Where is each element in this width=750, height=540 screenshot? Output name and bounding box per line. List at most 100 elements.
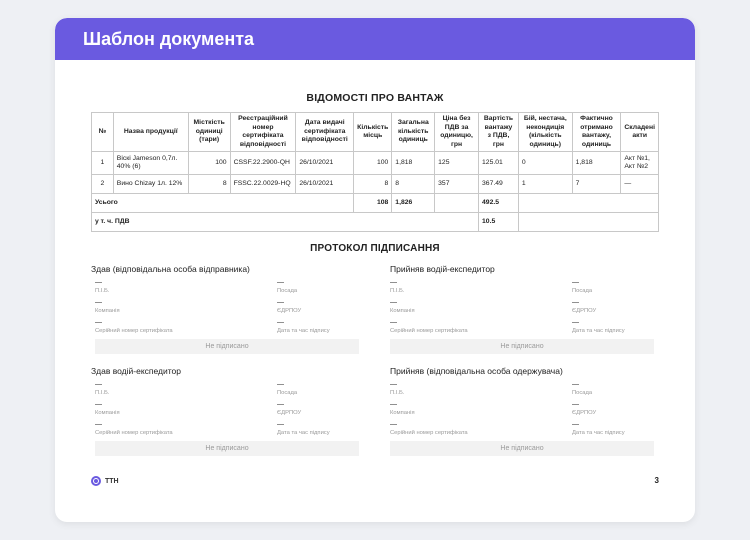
edrpou-label: ЄДРПОУ [277, 308, 302, 314]
table-cell: 100 [353, 151, 393, 175]
name-value: — [390, 381, 397, 388]
table-cell: CSSF.22.2900-QH [229, 151, 297, 175]
cargo-table: № Назва продукції Місткість одиниці (тар… [90, 112, 660, 232]
datetime-label: Дата та час підпису [277, 328, 330, 334]
total-value: 492.5 [478, 193, 519, 213]
signature-block-sender: Здав (відповідальна особа відправника) —… [91, 264, 359, 354]
company-value: — [390, 401, 397, 408]
table-cell: 367.49 [478, 174, 519, 194]
signature-status: Не підписано [390, 339, 654, 354]
table-cell: Вино Chizay 1л. 12% [112, 174, 189, 194]
header-bar: Шаблон документа [55, 18, 695, 60]
table-cell: 1 [91, 151, 114, 175]
table-cell: 26/10/2021 [295, 151, 355, 175]
page-title: Шаблон документа [83, 28, 255, 49]
cert-value: — [95, 421, 102, 428]
protocol-section-title: ПРОТОКОЛ ПІДПИСАННЯ [310, 243, 440, 254]
cert-label: Серійний номер сертифіката [390, 430, 468, 436]
name-label: П.І.Б. [95, 288, 110, 294]
document-card: Шаблон документа ВІДОМОСТІ ПРО ВАНТАЖ № … [55, 18, 695, 522]
table-cell [517, 212, 660, 232]
table-row: 2 Вино Chizay 1л. 12% 8 FSSC.22.0029-HQ … [91, 174, 659, 194]
table-cell: 7 [571, 174, 622, 194]
footer-logo: ТТН [91, 476, 119, 486]
table-cell: 1 [517, 174, 573, 194]
edrpou-label: ЄДРПОУ [572, 410, 597, 416]
table-cell: 8 [187, 174, 231, 194]
company-value: — [390, 299, 397, 306]
company-label: Компанія [390, 308, 415, 314]
table-cell: — [620, 174, 659, 194]
cert-value: — [390, 421, 397, 428]
table-cell: 1,818 [391, 151, 436, 175]
company-value: — [95, 299, 102, 306]
column-header: Бій, нестача, некондиція (кількість один… [517, 112, 573, 152]
table-cell: Акт №1, Акт №2 [620, 151, 659, 175]
position-label: Посада [277, 390, 298, 396]
table-cell: 100 [187, 151, 231, 175]
name-label: П.І.Б. [95, 390, 110, 396]
signature-block-driver-receive: Прийняв водій-експедитор — П.І.Б. — Посада… [390, 264, 658, 354]
table-cell: 0 [517, 151, 573, 175]
ttn-logo-icon [91, 476, 101, 486]
signature-status: Не підписано [390, 441, 654, 456]
signature-block-title: Прийняв водій-експедитор [390, 264, 495, 274]
name-label: П.І.Б. [390, 288, 405, 294]
column-header: Реєстраційний номер сертифіката відповід… [229, 112, 297, 152]
vat-row: у т. ч. ПДВ 10.5 [90, 212, 660, 232]
company-label: Компанія [390, 410, 415, 416]
column-header: Загальна кількість одиниць [391, 112, 436, 152]
edrpou-value: — [572, 401, 579, 408]
signature-status: Не підписано [95, 441, 359, 456]
table-cell: FSSC.22.0029-HQ [229, 174, 297, 194]
cert-value: — [95, 319, 102, 326]
cert-label: Серійний номер сертифіката [95, 328, 173, 334]
page-number: 3 [654, 476, 659, 485]
column-header: Вартість вантажу з ПДВ, грн [478, 112, 519, 152]
table-cell: 1,818 [571, 151, 622, 175]
edrpou-label: ЄДРПОУ [277, 410, 302, 416]
table-cell [517, 193, 660, 213]
datetime-value: — [277, 421, 284, 428]
column-header: Складені акти [620, 112, 659, 152]
datetime-value: — [277, 319, 284, 326]
total-units: 1,826 [391, 193, 436, 213]
column-header: № [91, 112, 114, 152]
position-value: — [277, 381, 284, 388]
datetime-label: Дата та час підпису [572, 328, 625, 334]
name-value: — [95, 381, 102, 388]
signature-block-receiver: Прийняв (відповідальна особа одержувача)… [390, 366, 658, 456]
signature-block-title: Здав водій-експедитор [91, 366, 181, 376]
table-header-row: № Назва продукції Місткість одиниці (тар… [91, 112, 659, 152]
edrpou-label: ЄДРПОУ [572, 308, 597, 314]
position-label: Посада [277, 288, 298, 294]
datetime-value: — [572, 421, 579, 428]
name-value: — [390, 279, 397, 286]
company-value: — [95, 401, 102, 408]
column-header: Ціна без ПДВ за одиницю, грн [434, 112, 480, 152]
vat-value: 10.5 [478, 212, 519, 232]
cert-label: Серійний номер сертифіката [95, 430, 173, 436]
vat-label: у т. ч. ПДВ [90, 212, 480, 232]
position-label: Посада [572, 288, 593, 294]
column-header: Дата видачі сертифіката відповідності [295, 112, 355, 152]
cargo-section-title: ВІДОМОСТІ ПРО ВАНТАЖ [306, 92, 444, 104]
total-label: Усього [90, 193, 355, 213]
cert-label: Серійний номер сертифіката [390, 328, 468, 334]
table-cell [434, 193, 480, 213]
edrpou-value: — [277, 299, 284, 306]
column-header: Кількість місць [353, 112, 393, 152]
position-value: — [572, 279, 579, 286]
total-row: Усього 108 1,826 492.5 [90, 193, 660, 213]
table-cell: 2 [91, 174, 114, 194]
company-label: Компанія [95, 410, 120, 416]
table-cell: 357 [434, 174, 480, 194]
edrpou-value: — [572, 299, 579, 306]
signature-block-driver-send: Здав водій-експедитор — П.І.Б. — Посада — К… [91, 366, 359, 456]
signature-status: Не підписано [95, 339, 359, 354]
table-cell: 26/10/2021 [295, 174, 355, 194]
name-value: — [95, 279, 102, 286]
company-label: Компанія [95, 308, 120, 314]
position-value: — [572, 381, 579, 388]
datetime-value: — [572, 319, 579, 326]
